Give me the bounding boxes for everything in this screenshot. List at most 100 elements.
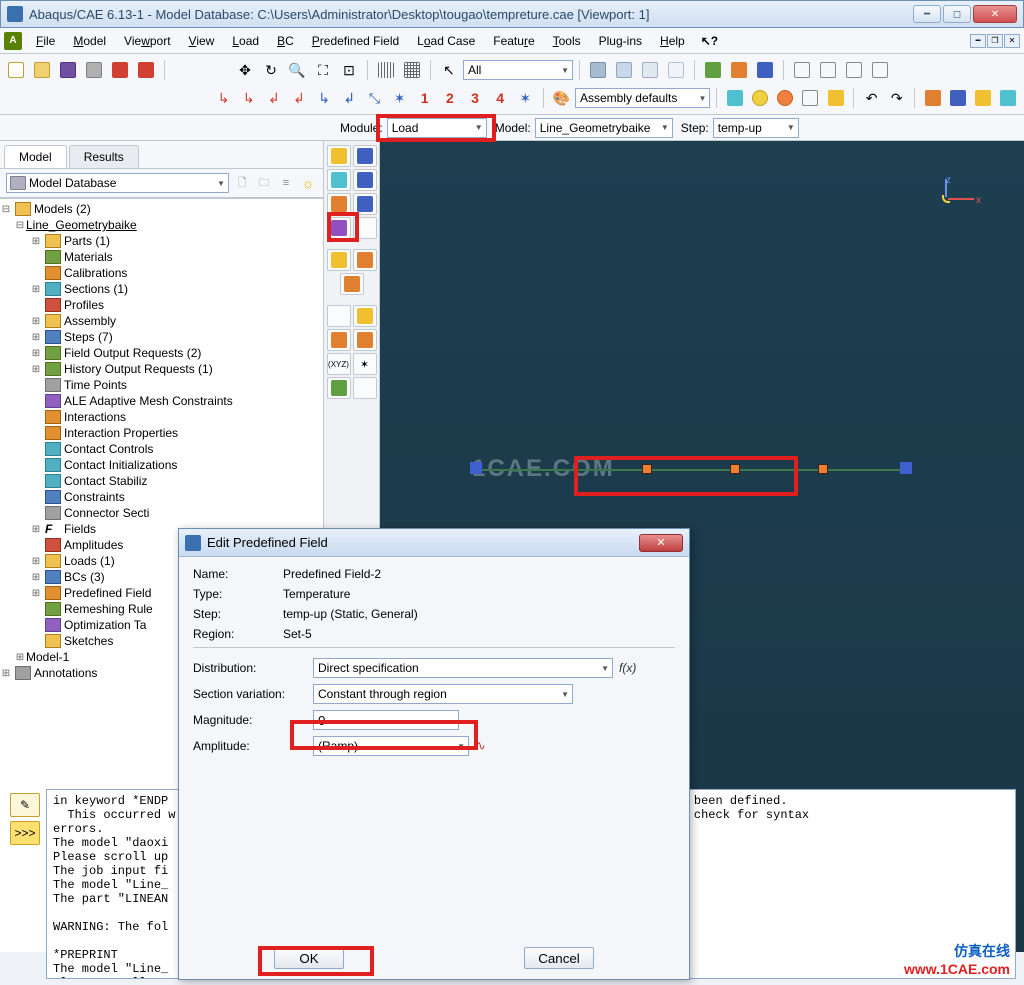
menu-file[interactable]: File — [28, 32, 63, 50]
tree-ale[interactable]: ALE Adaptive Mesh Constraints — [64, 394, 239, 408]
tree-models[interactable]: Models (2) — [34, 202, 97, 216]
cube-wire-2[interactable] — [816, 59, 840, 81]
tool-predef-create[interactable] — [327, 193, 351, 215]
tree-fields[interactable]: Fields — [64, 522, 102, 536]
render-3[interactable] — [638, 59, 662, 81]
tree-sketches[interactable]: Sketches — [64, 634, 119, 648]
cube-wire-4[interactable] — [868, 59, 892, 81]
tree-calibrations[interactable]: Calibrations — [64, 266, 133, 280]
menu-model[interactable]: Model — [65, 32, 114, 50]
step-select[interactable]: temp-up — [713, 118, 799, 138]
tool-bc-manage[interactable] — [353, 169, 377, 191]
distribution-select[interactable]: Direct specification — [313, 658, 613, 678]
color-scheme-select[interactable]: Assembly defaults — [575, 88, 711, 108]
cube-2[interactable] — [727, 59, 751, 81]
maximize-button[interactable]: ◻ — [943, 5, 971, 23]
cube-wire-1[interactable] — [790, 59, 814, 81]
amplitude-select[interactable]: (Ramp) — [313, 736, 469, 756]
ok-button[interactable]: OK — [274, 947, 344, 969]
tool-axis[interactable]: ✶ — [353, 353, 377, 375]
tree-contact-init[interactable]: Contact Initializations — [64, 458, 183, 472]
tool-datum-1[interactable] — [327, 249, 351, 271]
misc-2[interactable] — [946, 87, 969, 109]
partition-2[interactable] — [749, 87, 772, 109]
menu-load-case[interactable]: Load Case — [409, 32, 483, 50]
misc-1[interactable] — [921, 87, 944, 109]
tree-sections[interactable]: Sections (1) — [64, 282, 134, 296]
tool-case-manage[interactable] — [353, 217, 377, 239]
render-1[interactable] — [586, 59, 610, 81]
tool-predef-manage[interactable] — [353, 193, 377, 215]
grid2-icon[interactable] — [400, 59, 424, 81]
tree-filter-2[interactable]: 🗀 — [255, 174, 273, 192]
mdi-minimize[interactable]: ━ — [970, 34, 986, 48]
render-2[interactable] — [612, 59, 636, 81]
tree-opt[interactable]: Optimization Ta — [64, 618, 152, 632]
pan-icon[interactable]: ✥ — [233, 59, 257, 81]
module-select[interactable]: Load — [387, 118, 487, 138]
tool-datum-2[interactable] — [353, 249, 377, 271]
tree-field-output[interactable]: Field Output Requests (2) — [64, 346, 207, 360]
tree-steps[interactable]: Steps (7) — [64, 330, 119, 344]
selection-filter-select[interactable]: All — [463, 60, 573, 80]
dialog-titlebar[interactable]: Edit Predefined Field ✕ — [179, 529, 689, 557]
tool-case-create[interactable] — [327, 217, 351, 239]
csys-axis-icon[interactable]: ✶ — [388, 87, 411, 109]
tool-bc-create[interactable] — [327, 169, 351, 191]
tree-materials[interactable]: Materials — [64, 250, 119, 264]
cube-3[interactable] — [753, 59, 777, 81]
tool-b[interactable] — [134, 59, 158, 81]
cancel-button[interactable]: Cancel — [524, 947, 594, 969]
tree-assembly[interactable]: Assembly — [64, 314, 122, 328]
tool-load-manage[interactable] — [353, 145, 377, 167]
tree-bcs[interactable]: BCs (3) — [64, 570, 111, 584]
magnitude-input[interactable] — [313, 710, 459, 730]
undo-icon[interactable]: ↶ — [860, 87, 883, 109]
fit-icon[interactable]: ⊡ — [337, 59, 361, 81]
mdi-restore[interactable]: ❐ — [987, 34, 1003, 48]
tab-model[interactable]: Model — [4, 145, 67, 168]
menu-tools[interactable]: Tools — [545, 32, 589, 50]
tree-model-a[interactable]: Line_Geometrybaike — [26, 218, 143, 232]
csys-5[interactable]: ↳ — [313, 87, 336, 109]
tree-model-b[interactable]: Model-1 — [26, 650, 75, 664]
minimize-button[interactable]: ━ — [913, 5, 941, 23]
menu-feature[interactable]: Feature — [485, 32, 542, 50]
tree-annotations[interactable]: Annotations — [34, 666, 103, 680]
open-button[interactable] — [30, 59, 54, 81]
csys-triad-icon[interactable]: ✶ — [514, 87, 537, 109]
color-palette-icon[interactable]: 🎨 — [550, 87, 573, 109]
tree-history-output[interactable]: History Output Requests (1) — [64, 362, 219, 376]
misc-4[interactable] — [997, 87, 1020, 109]
csys-3[interactable]: ↲ — [262, 87, 285, 109]
tree-loads[interactable]: Loads (1) — [64, 554, 121, 568]
zoom-icon[interactable]: 🔍 — [285, 59, 309, 81]
tool-part-2[interactable] — [353, 305, 377, 327]
mdi-close[interactable]: ✕ — [1004, 34, 1020, 48]
close-button[interactable]: ✕ — [973, 5, 1017, 23]
dialog-close-button[interactable]: ✕ — [639, 534, 683, 552]
cube-1[interactable] — [701, 59, 725, 81]
tool-end-2[interactable] — [353, 377, 377, 399]
context-help-icon[interactable]: ↖? — [701, 34, 718, 48]
csys-num-3[interactable]: 3 — [463, 87, 486, 109]
menu-load[interactable]: Load — [224, 32, 267, 50]
partition-3[interactable] — [774, 87, 797, 109]
menu-help[interactable]: Help — [652, 32, 693, 50]
tree-contact-stab[interactable]: Contact Stabiliz — [64, 474, 153, 488]
csys-num-4[interactable]: 4 — [489, 87, 512, 109]
model-select[interactable]: Line_Geometrybaike — [535, 118, 673, 138]
tree-int-props[interactable]: Interaction Properties — [64, 426, 184, 440]
tree-filter-3[interactable]: ≡ — [277, 174, 295, 192]
tab-results[interactable]: Results — [69, 145, 139, 168]
cursor-icon[interactable]: ↖ — [437, 59, 461, 81]
grid1-icon[interactable] — [374, 59, 398, 81]
tool-part-4[interactable] — [353, 329, 377, 351]
tool-a[interactable] — [108, 59, 132, 81]
csys-2[interactable]: ↳ — [237, 87, 260, 109]
render-4[interactable] — [664, 59, 688, 81]
tree-contact-ctrl[interactable]: Contact Controls — [64, 442, 159, 456]
save-button[interactable] — [56, 59, 80, 81]
csys-6[interactable]: ↲ — [338, 87, 361, 109]
tree-profiles[interactable]: Profiles — [64, 298, 110, 312]
